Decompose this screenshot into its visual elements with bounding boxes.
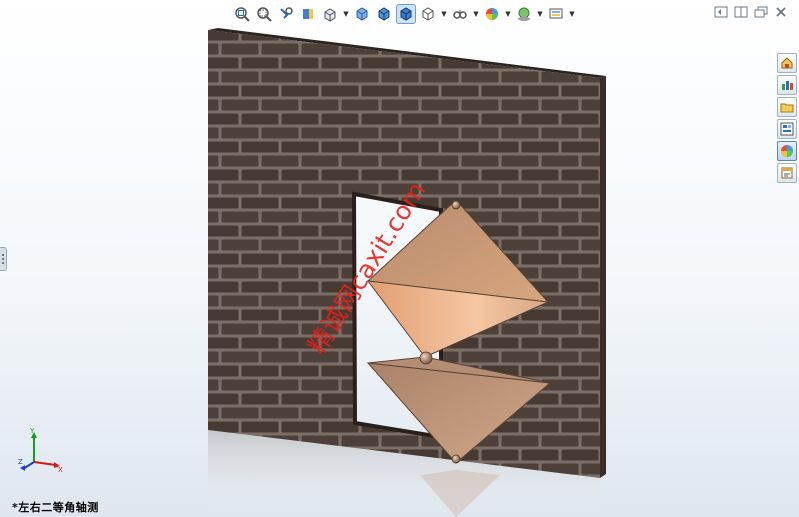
task-pane-tabs xyxy=(777,53,799,183)
close-icon xyxy=(776,7,786,17)
model-scene[interactable]: 精诚网caxit.com xyxy=(0,0,799,517)
grip-dots-icon xyxy=(2,254,4,264)
resources-icon xyxy=(781,57,793,69)
view-orientation-label: *左右二等角轴测 xyxy=(12,501,99,514)
view-settings-icon xyxy=(518,7,530,21)
tab-file-explorer[interactable] xyxy=(777,97,797,117)
collapse-icon xyxy=(714,6,728,18)
display-style-edges-icon xyxy=(378,7,390,21)
zoom-to-area-icon xyxy=(257,7,272,22)
chevron-down-icon: ▼ xyxy=(537,10,543,18)
restore-icon xyxy=(754,6,768,18)
display-shaded-button[interactable] xyxy=(352,4,372,24)
tab-design-library[interactable] xyxy=(777,75,797,95)
view-settings-button[interactable] xyxy=(514,4,534,24)
tab-resources[interactable] xyxy=(777,53,797,73)
display-style-button[interactable] xyxy=(396,4,416,24)
design-library-icon xyxy=(782,81,793,90)
chevron-down-icon: ▼ xyxy=(473,10,479,18)
previous-view-icon xyxy=(280,7,293,19)
view-orientation-button[interactable] xyxy=(320,4,340,24)
middle-hinge-ball[interactable] xyxy=(419,351,433,365)
edit-appearance-button[interactable] xyxy=(450,4,470,24)
chevron-down-icon: ▼ xyxy=(441,10,447,18)
hide-show-items-icon xyxy=(422,7,434,21)
display-style-shaded-icon xyxy=(356,7,368,21)
view-orientation-icon xyxy=(324,8,336,22)
close-button[interactable] xyxy=(773,5,789,19)
display-manager-icon xyxy=(549,8,563,19)
view-orientation-dropdown[interactable]: ▼ xyxy=(342,4,350,24)
chevron-down-icon: ▼ xyxy=(343,10,349,18)
feature-manager-expand-handle[interactable] xyxy=(0,247,7,271)
zoom-to-fit-button[interactable] xyxy=(232,4,252,24)
tab-view-palette[interactable] xyxy=(777,119,797,139)
zoom-to-area-button[interactable] xyxy=(254,4,274,24)
apply-scene-dropdown[interactable]: ▼ xyxy=(504,4,512,24)
triad-x-label: X xyxy=(58,466,63,474)
tab-appearances[interactable] xyxy=(777,141,797,161)
wall-right-edge xyxy=(600,76,606,478)
display-style-active-icon xyxy=(400,7,412,21)
file-explorer-icon xyxy=(780,103,794,113)
display-manager-dropdown[interactable]: ▼ xyxy=(568,4,576,24)
hide-show-dropdown[interactable]: ▼ xyxy=(440,4,448,24)
split-view-button[interactable] xyxy=(733,5,749,19)
edit-appearance-icon xyxy=(453,10,467,19)
restore-button[interactable] xyxy=(753,5,769,19)
triad-x-axis xyxy=(33,461,57,466)
chevron-down-icon: ▼ xyxy=(505,10,511,18)
appearances-icon xyxy=(781,145,793,157)
split-icon xyxy=(734,6,748,18)
chevron-down-icon: ▼ xyxy=(569,10,575,18)
display-edges-button[interactable] xyxy=(374,4,394,24)
hide-show-items-button[interactable] xyxy=(418,4,438,24)
collapse-button[interactable] xyxy=(713,5,729,19)
tab-custom-properties[interactable] xyxy=(777,163,797,183)
document-window-controls xyxy=(713,5,789,19)
custom-properties-icon xyxy=(781,167,793,179)
previous-view-button[interactable] xyxy=(276,4,296,24)
zoom-to-fit-icon xyxy=(235,7,250,22)
apply-scene-icon xyxy=(486,8,498,20)
view-palette-icon xyxy=(780,122,794,136)
section-view-icon xyxy=(303,9,313,19)
section-view-button[interactable] xyxy=(298,4,318,24)
reference-triad: Y X Z xyxy=(18,428,63,474)
display-manager-button[interactable] xyxy=(546,4,566,24)
bottom-hinge-pin[interactable] xyxy=(451,454,461,464)
graphics-area[interactable]: 精诚网caxit.com ▼ ▼ ▼ ▼ ▼ ▼ Y X Z *左右二等角轴测 xyxy=(0,0,799,517)
edit-appearance-dropdown[interactable]: ▼ xyxy=(472,4,480,24)
view-settings-dropdown[interactable]: ▼ xyxy=(536,4,544,24)
apply-scene-button[interactable] xyxy=(482,4,502,24)
top-hinge-pin[interactable] xyxy=(451,200,461,210)
heads-up-view-toolbar: ▼ ▼ ▼ ▼ ▼ ▼ xyxy=(232,3,576,25)
triad-y-label: Y xyxy=(29,428,35,435)
triad-z-label: Z xyxy=(18,458,23,466)
